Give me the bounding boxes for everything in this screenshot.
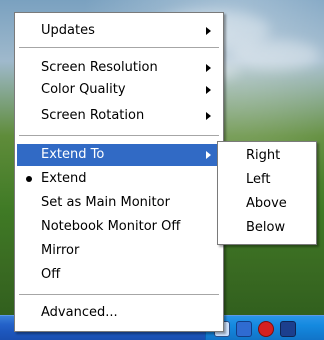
submenu-item-left[interactable]: Left — [220, 168, 314, 192]
menu-item-label: Extend — [41, 171, 87, 186]
menu-item-color-quality[interactable]: Color Quality — [17, 79, 221, 101]
menu-item-off[interactable]: Off — [17, 264, 221, 286]
network-icon[interactable] — [236, 321, 252, 337]
menu-item-extend[interactable]: Extend — [17, 168, 221, 190]
menu-separator — [19, 47, 219, 48]
menu-item-extend-to[interactable]: Extend To — [17, 144, 221, 166]
menu-item-label: Screen Rotation — [41, 108, 145, 123]
menu-item-updates[interactable]: Updates — [17, 20, 221, 42]
menu-item-screen-rotation[interactable]: Screen Rotation — [17, 105, 221, 127]
submenu-arrow-icon — [206, 112, 211, 120]
radio-bullet-icon — [26, 176, 32, 182]
submenu-arrow-icon — [206, 151, 211, 159]
menu-separator — [19, 135, 219, 136]
menu-item-label: Set as Main Monitor — [41, 195, 170, 210]
menu-item-label: Screen Resolution — [41, 60, 158, 75]
menu-item-screen-resolution[interactable]: Screen Resolution — [17, 57, 221, 79]
context-menu: Updates Screen Resolution Color Quality … — [14, 12, 224, 332]
submenu-arrow-icon — [206, 86, 211, 94]
menu-item-label: Off — [41, 267, 61, 282]
menu-item-label: Advanced... — [41, 305, 118, 320]
menu-item-label: Mirror — [41, 243, 80, 258]
menu-item-set-as-main-monitor[interactable]: Set as Main Monitor — [17, 192, 221, 214]
menu-item-mirror[interactable]: Mirror — [17, 240, 221, 262]
submenu-item-above[interactable]: Above — [220, 192, 314, 216]
menu-item-label: Color Quality — [41, 82, 126, 97]
submenu-item-below[interactable]: Below — [220, 216, 314, 240]
menu-item-advanced[interactable]: Advanced... — [17, 302, 221, 324]
submenu-arrow-icon — [206, 27, 211, 35]
menu-item-label: Updates — [41, 23, 95, 38]
menu-item-notebook-monitor-off[interactable]: Notebook Monitor Off — [17, 216, 221, 238]
menu-separator — [19, 294, 219, 295]
extend-to-submenu: Right Left Above Below — [217, 141, 317, 245]
submenu-item-right[interactable]: Right — [220, 144, 314, 168]
menu-item-label: Notebook Monitor Off — [41, 219, 181, 234]
submenu-arrow-icon — [206, 64, 211, 72]
display-adapter-icon[interactable] — [280, 321, 296, 337]
security-shield-icon[interactable] — [258, 321, 274, 337]
menu-item-label: Extend To — [41, 147, 105, 162]
